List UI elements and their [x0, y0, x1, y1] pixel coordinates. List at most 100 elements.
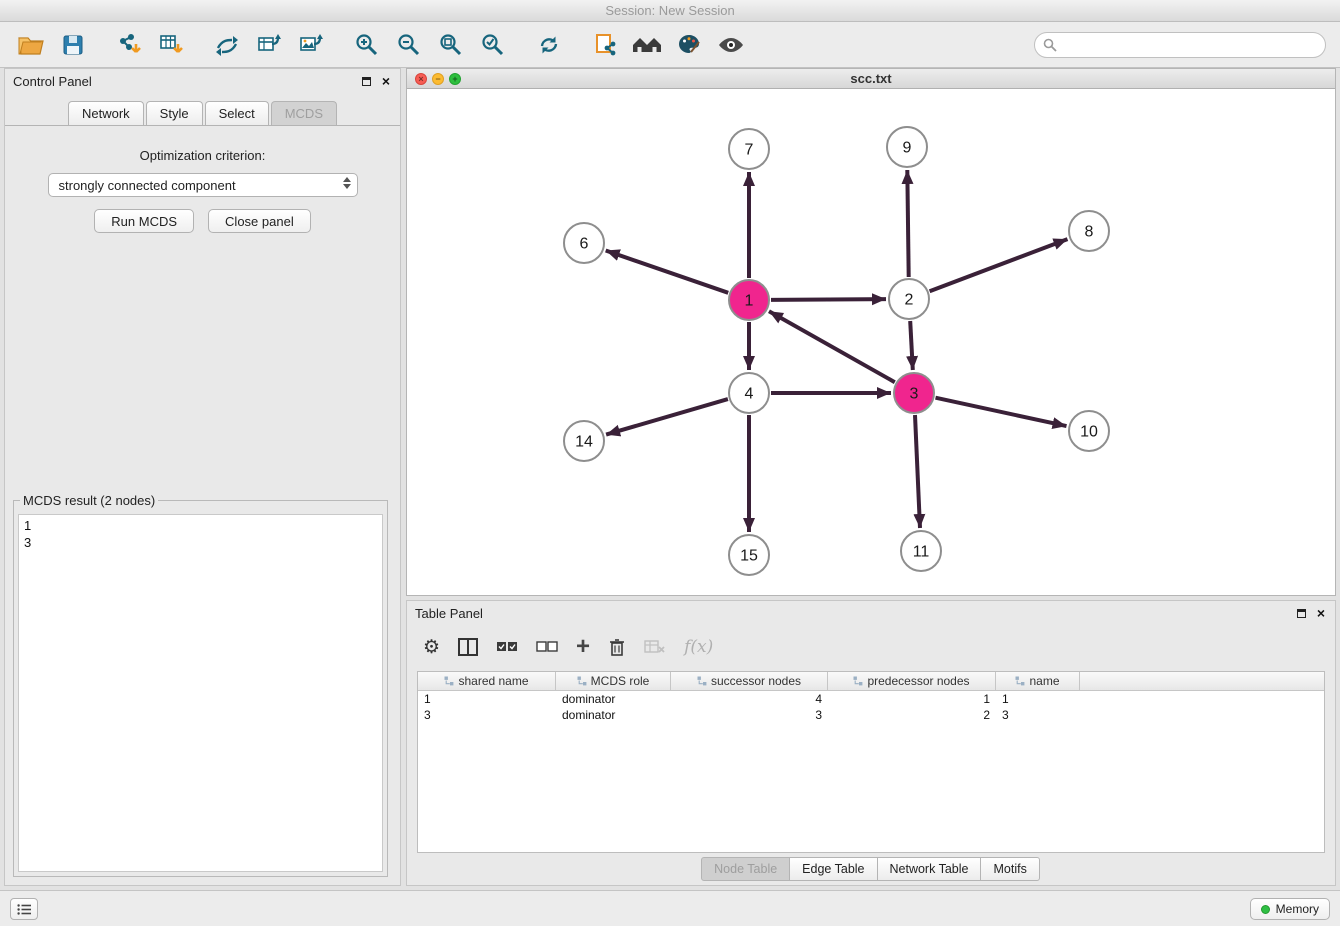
float-panel-icon[interactable] [360, 75, 372, 87]
add-column-button[interactable]: + [576, 637, 590, 657]
graph-node-10[interactable]: 10 [1069, 411, 1109, 451]
export-image-button[interactable] [290, 25, 332, 65]
style-paint-button[interactable] [668, 25, 710, 65]
float-table-panel-icon[interactable] [1295, 607, 1307, 619]
sort-icon [697, 676, 707, 686]
graph-node-8[interactable]: 8 [1069, 211, 1109, 251]
graph-node-15[interactable]: 15 [729, 535, 769, 575]
deselect-all-rows-button[interactable] [536, 641, 558, 653]
memory-button[interactable]: Memory [1250, 898, 1330, 920]
refresh-icon [536, 32, 562, 58]
export-network-button[interactable] [206, 25, 248, 65]
delete-column-button[interactable] [608, 637, 626, 657]
search-input[interactable] [1057, 36, 1317, 53]
tab-select[interactable]: Select [205, 101, 269, 125]
export-network-icon [214, 32, 240, 58]
import-network-button[interactable] [108, 25, 150, 65]
clone-network-button[interactable] [584, 25, 626, 65]
close-panel-icon[interactable]: × [380, 75, 392, 87]
graph-node-1[interactable]: 1 [729, 280, 769, 320]
column-header-name[interactable]: name [996, 672, 1080, 690]
tab-style[interactable]: Style [146, 101, 203, 125]
run-mcds-button[interactable]: Run MCDS [94, 209, 194, 233]
column-header-successor-nodes[interactable]: successor nodes [671, 672, 828, 690]
close-window-button[interactable]: × [415, 73, 427, 85]
graph-node-4[interactable]: 4 [729, 373, 769, 413]
gear-icon: ⚙ [423, 636, 440, 659]
delete-table-button[interactable] [644, 639, 666, 655]
mcds-result-line: 1 [24, 517, 377, 534]
clone-network-icon [592, 32, 618, 58]
table-cell: 1 [418, 691, 556, 707]
sort-icon [444, 676, 454, 686]
zoom-in-icon [354, 32, 380, 58]
table-cell: 3 [418, 707, 556, 723]
mcds-result-list[interactable]: 1 3 [18, 514, 383, 872]
home-button[interactable] [626, 25, 668, 65]
graph-edge-2-9[interactable] [907, 170, 908, 277]
refresh-button[interactable] [528, 25, 570, 65]
tab-mcds[interactable]: MCDS [271, 101, 337, 125]
control-panel-header: Control Panel × [5, 69, 400, 93]
minimize-window-button[interactable]: − [432, 73, 444, 85]
open-session-button[interactable] [10, 25, 52, 65]
graph-node-label: 14 [575, 434, 593, 451]
graph-edge-2-3[interactable] [910, 321, 913, 370]
column-header-MCDS-role[interactable]: MCDS role [556, 672, 671, 690]
graphics-details-button[interactable] [710, 25, 752, 65]
graph-edge-3-10[interactable] [936, 398, 1067, 426]
graph-edge-3-1[interactable] [769, 311, 895, 382]
show-columns-button[interactable] [458, 638, 478, 656]
tab-node-table[interactable]: Node Table [701, 857, 790, 881]
tab-edge-table[interactable]: Edge Table [789, 857, 877, 881]
network-window-titlebar[interactable]: × − + scc.txt [407, 69, 1335, 89]
zoom-out-button[interactable] [388, 25, 430, 65]
tab-network[interactable]: Network [68, 101, 144, 125]
tab-motifs[interactable]: Motifs [980, 857, 1039, 881]
function-builder-button[interactable]: f(x) [684, 637, 713, 657]
graph-node-14[interactable]: 14 [564, 421, 604, 461]
graph-node-11[interactable]: 11 [901, 531, 941, 571]
graph-node-2[interactable]: 2 [889, 279, 929, 319]
graph-node-3[interactable]: 3 [894, 373, 934, 413]
select-all-rows-button[interactable] [496, 641, 518, 653]
table-row[interactable]: 1dominator411 [418, 691, 1324, 707]
table-row[interactable]: 3dominator323 [418, 707, 1324, 723]
graph-node-label: 1 [745, 293, 754, 310]
graph-edge-1-6[interactable] [606, 251, 729, 293]
graph-edge-3-11[interactable] [915, 415, 920, 528]
task-history-button[interactable] [10, 898, 38, 920]
zoom-fit-button[interactable] [430, 25, 472, 65]
search-box[interactable] [1034, 32, 1326, 58]
close-panel-button[interactable]: Close panel [208, 209, 311, 233]
table-cell: dominator [556, 691, 671, 707]
table-panel-tabs: Node Table Edge Table Network Table Moti… [407, 857, 1335, 881]
tab-network-table[interactable]: Network Table [877, 857, 982, 881]
graph-node-label: 9 [903, 140, 912, 157]
network-canvas[interactable]: 7 9 6 8 1 2 4 3 14 10 15 11 [407, 89, 1335, 595]
graph-node-label: 7 [745, 142, 754, 159]
table-settings-button[interactable]: ⚙ [423, 636, 440, 659]
import-table-button[interactable] [150, 25, 192, 65]
graph-node-6[interactable]: 6 [564, 223, 604, 263]
export-table-icon [256, 32, 282, 58]
zoom-window-button[interactable]: + [449, 73, 461, 85]
graph-node-9[interactable]: 9 [887, 127, 927, 167]
main-toolbar [0, 22, 1340, 68]
zoom-in-button[interactable] [346, 25, 388, 65]
graph-edge-1-2[interactable] [771, 299, 886, 300]
save-session-button[interactable] [52, 25, 94, 65]
close-table-panel-icon[interactable]: × [1315, 607, 1327, 619]
optimization-criterion-value: strongly connected component [59, 178, 236, 193]
sort-icon [853, 676, 863, 686]
graph-node-7[interactable]: 7 [729, 129, 769, 169]
optimization-criterion-select[interactable]: strongly connected component [48, 173, 358, 197]
table-panel-header: Table Panel × [407, 601, 1335, 625]
graph-edge-4-14[interactable] [606, 399, 728, 435]
column-header-predecessor-nodes[interactable]: predecessor nodes [828, 672, 996, 690]
export-table-button[interactable] [248, 25, 290, 65]
column-header-shared-name[interactable]: shared name [418, 672, 556, 690]
zoom-selected-button[interactable] [472, 25, 514, 65]
graph-edge-2-8[interactable] [930, 239, 1068, 291]
network-graph[interactable]: 7 9 6 8 1 2 4 3 14 10 15 11 [407, 89, 1335, 595]
